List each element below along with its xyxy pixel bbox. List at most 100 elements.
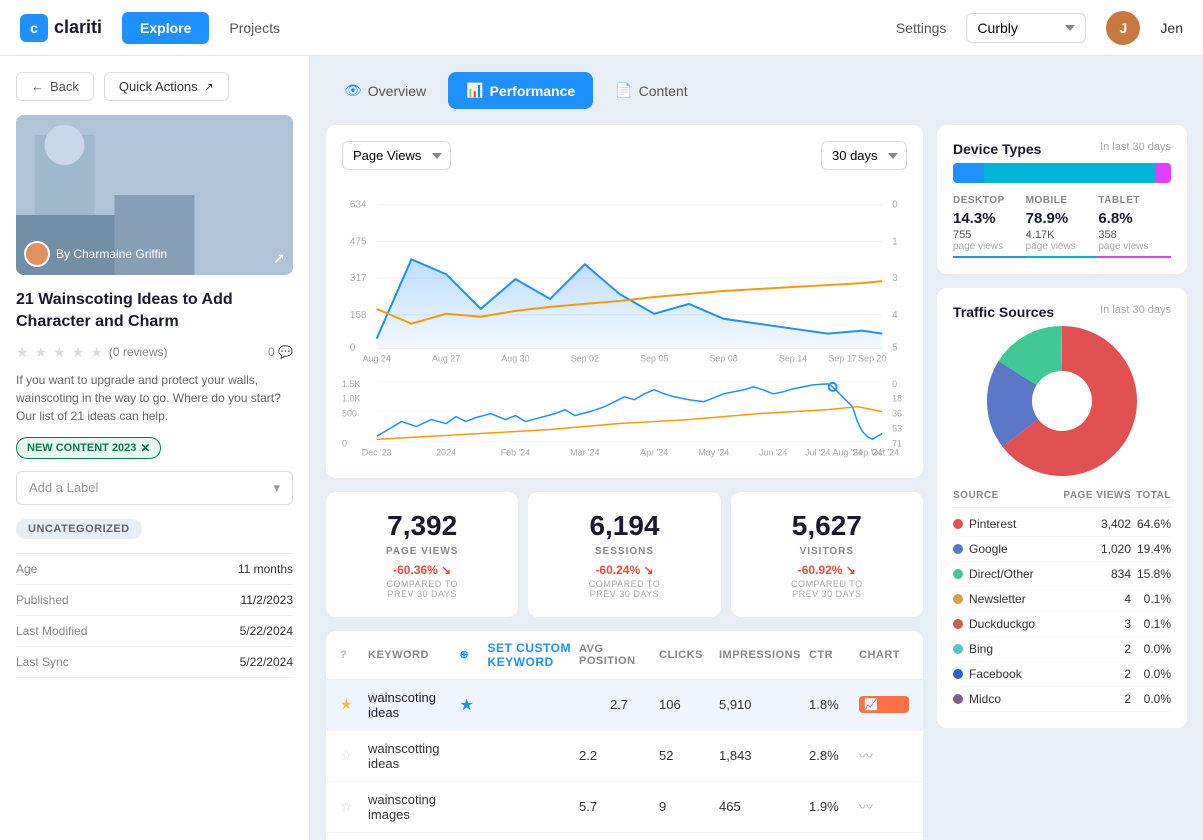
back-button[interactable]: ← Back <box>16 72 94 101</box>
impressions-1: 1,843 <box>719 748 809 763</box>
back-arrow-icon: ← <box>31 79 44 94</box>
device-types-card: Device Types In last 30 days DESKTOP 14.… <box>937 125 1187 274</box>
tab-overview[interactable]: 👁 Overview <box>326 72 444 109</box>
traffic-source-name-6: Facebook <box>953 667 1061 681</box>
page-views-chart-card: Page Views 30 days 634 475 317 158 0 <box>326 125 923 478</box>
chart-icon-2[interactable]: 〰 <box>859 797 909 817</box>
traffic-source-name-7: Midco <box>953 692 1061 706</box>
sidebar: ← Back Quick Actions ↗ By Charmaine Grif… <box>0 56 310 840</box>
tab-performance[interactable]: 📊 Performance <box>448 72 593 109</box>
top-navigation: c clariti Explore Projects Settings Curb… <box>0 0 1203 56</box>
traffic-sources-title: Traffic Sources <box>953 304 1054 320</box>
traffic-views-5: 2 <box>1061 642 1131 656</box>
star-4[interactable]: ★ <box>72 344 85 361</box>
desktop-label: DESKTOP <box>953 195 1026 206</box>
article-image: By Charmaine Griffin ↗ <box>16 115 293 275</box>
star-keyword-0[interactable]: ★ <box>340 696 368 713</box>
article-title: 21 Wainscoting Ideas to Add Character an… <box>16 289 293 334</box>
explore-button[interactable]: Explore <box>122 12 209 44</box>
svg-text:3: 3 <box>892 273 898 284</box>
stat-sessions-label: SESSIONS <box>546 546 702 557</box>
star-3[interactable]: ★ <box>53 344 66 361</box>
traffic-source-name-1: Google <box>953 542 1061 556</box>
logo-text: clariti <box>54 17 102 38</box>
traffic-views-4: 3 <box>1061 617 1131 631</box>
traffic-sources-header: Traffic Sources In last 30 days <box>953 304 1171 326</box>
keywords-table-header: ? Keyword ⊕ Set Custom Keyword Avg Posit… <box>326 631 923 680</box>
meta-last-modified-value: 5/22/2024 <box>240 624 293 638</box>
stat-page-views-label: PAGE VIEWS <box>344 546 500 557</box>
ctr-0: 1.8% <box>809 697 859 712</box>
star-keyword-2[interactable]: ☆ <box>340 798 368 815</box>
device-types-header: Device Types In last 30 days <box>953 141 1171 163</box>
mobile-pct: 78.9% <box>1026 210 1099 227</box>
col-keyword-label: Keyword <box>368 649 460 661</box>
rating-row: ★ ★ ★ ★ ★ (0 reviews) 0 💬 <box>16 344 293 361</box>
traffic-dot-4 <box>953 619 963 629</box>
clicks-1: 52 <box>659 748 719 763</box>
device-types-subtitle: In last 30 days <box>1100 141 1171 153</box>
traffic-source-2: Direct/Other <box>969 567 1034 581</box>
meta-table: Age 11 months Published 11/2/2023 Last M… <box>16 553 293 678</box>
label-dropdown[interactable]: Add a Label ▾ <box>16 471 293 505</box>
traffic-col-views: Page Views <box>1061 490 1131 501</box>
traffic-source-1: Google <box>969 542 1008 556</box>
projects-link[interactable]: Projects <box>229 20 280 36</box>
article-description: If you want to upgrade and protect your … <box>16 371 293 425</box>
star-1[interactable]: ★ <box>16 344 29 361</box>
desktop-views-label: page views <box>953 241 1026 252</box>
mobile-views-label: page views <box>1026 241 1099 252</box>
category-badge: UNCATEGORIZED <box>16 519 142 539</box>
content-tag[interactable]: NEW CONTENT 2023 ✕ <box>16 437 161 459</box>
star-2[interactable]: ★ <box>35 344 48 361</box>
date-range-select[interactable]: 30 days <box>821 141 907 170</box>
svg-text:5: 5 <box>892 342 898 353</box>
svg-text:2024: 2024 <box>436 448 456 458</box>
traffic-dot-3 <box>953 594 963 604</box>
svg-text:Sep 17: Sep 17 <box>828 353 856 363</box>
traffic-source-0: Pinterest <box>969 517 1016 531</box>
svg-text:0: 0 <box>892 379 897 389</box>
tablet-pct: 6.8% <box>1098 210 1171 227</box>
quick-actions-button[interactable]: Quick Actions ↗ <box>104 72 229 101</box>
star-keyword-1[interactable]: ☆ <box>340 747 368 764</box>
logo: c clariti <box>20 14 102 42</box>
meta-last-sync-value: 5/22/2024 <box>240 655 293 669</box>
svg-text:Aug 24: Aug 24 <box>363 353 391 363</box>
avg-pos-1: 2.2 <box>579 748 659 763</box>
traffic-pct-5: 0.0% <box>1131 642 1171 656</box>
metric-filter-select[interactable]: Page Views <box>342 141 451 170</box>
svg-text:634: 634 <box>350 200 367 211</box>
meta-age-label: Age <box>16 562 37 576</box>
traffic-row-0: Pinterest 3,402 64.6% <box>953 512 1171 537</box>
chart-icon-0[interactable]: 📈 <box>859 696 909 713</box>
set-custom-keyword-btn[interactable]: Set Custom Keyword <box>488 641 580 669</box>
chart-icon-1[interactable]: 〰 <box>859 746 909 766</box>
tab-content[interactable]: 📄 Content <box>597 72 705 109</box>
back-label: Back <box>50 79 79 94</box>
filter-row: Page Views 30 days <box>342 141 907 170</box>
svg-text:158: 158 <box>350 310 367 321</box>
external-link-icon[interactable]: ↗ <box>273 250 285 267</box>
sidebar-top-actions: ← Back Quick Actions ↗ <box>16 72 293 101</box>
svg-text:Feb '24: Feb '24 <box>501 448 530 458</box>
logo-icon: c <box>20 14 48 42</box>
keywords-table-card: ? Keyword ⊕ Set Custom Keyword Avg Posit… <box>326 631 923 840</box>
traffic-table: Source Page Views Total Pinterest 3,402 … <box>953 490 1171 712</box>
expand-icon: ↗ <box>204 80 214 94</box>
workspace-select[interactable]: Curbly <box>966 13 1086 43</box>
settings-link[interactable]: Settings <box>896 20 947 36</box>
tag-remove-icon[interactable]: ✕ <box>140 441 150 455</box>
traffic-row-2: Direct/Other 834 15.8% <box>953 562 1171 587</box>
col-chart: Chart <box>859 649 909 661</box>
device-stat-desktop: DESKTOP 14.3% 755 page views <box>953 195 1026 258</box>
svg-text:Oct '24: Oct '24 <box>871 448 899 458</box>
traffic-dot-6 <box>953 669 963 679</box>
tablet-label: TABLET <box>1098 195 1171 206</box>
main-layout: ← Back Quick Actions ↗ By Charmaine Grif… <box>0 56 1203 840</box>
svg-text:Aug 27: Aug 27 <box>432 353 460 363</box>
tabs: 👁 Overview 📊 Performance 📄 Content <box>326 72 1187 109</box>
traffic-source-6: Facebook <box>969 667 1022 681</box>
star-5[interactable]: ★ <box>90 344 103 361</box>
overview-icon: 👁 <box>344 82 362 99</box>
